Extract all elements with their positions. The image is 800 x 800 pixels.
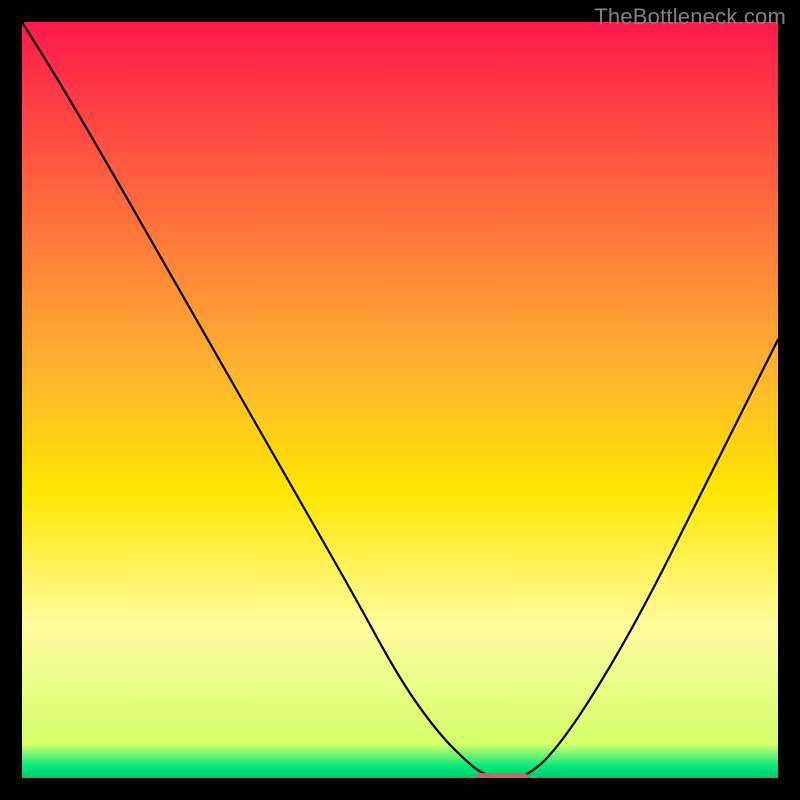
- gradient-background: [22, 22, 778, 778]
- watermark-text: TheBottleneck.com: [594, 4, 786, 30]
- optimal-marker: [476, 773, 529, 778]
- chart-frame: TheBottleneck.com: [0, 0, 800, 800]
- bottleneck-chart: [22, 22, 778, 778]
